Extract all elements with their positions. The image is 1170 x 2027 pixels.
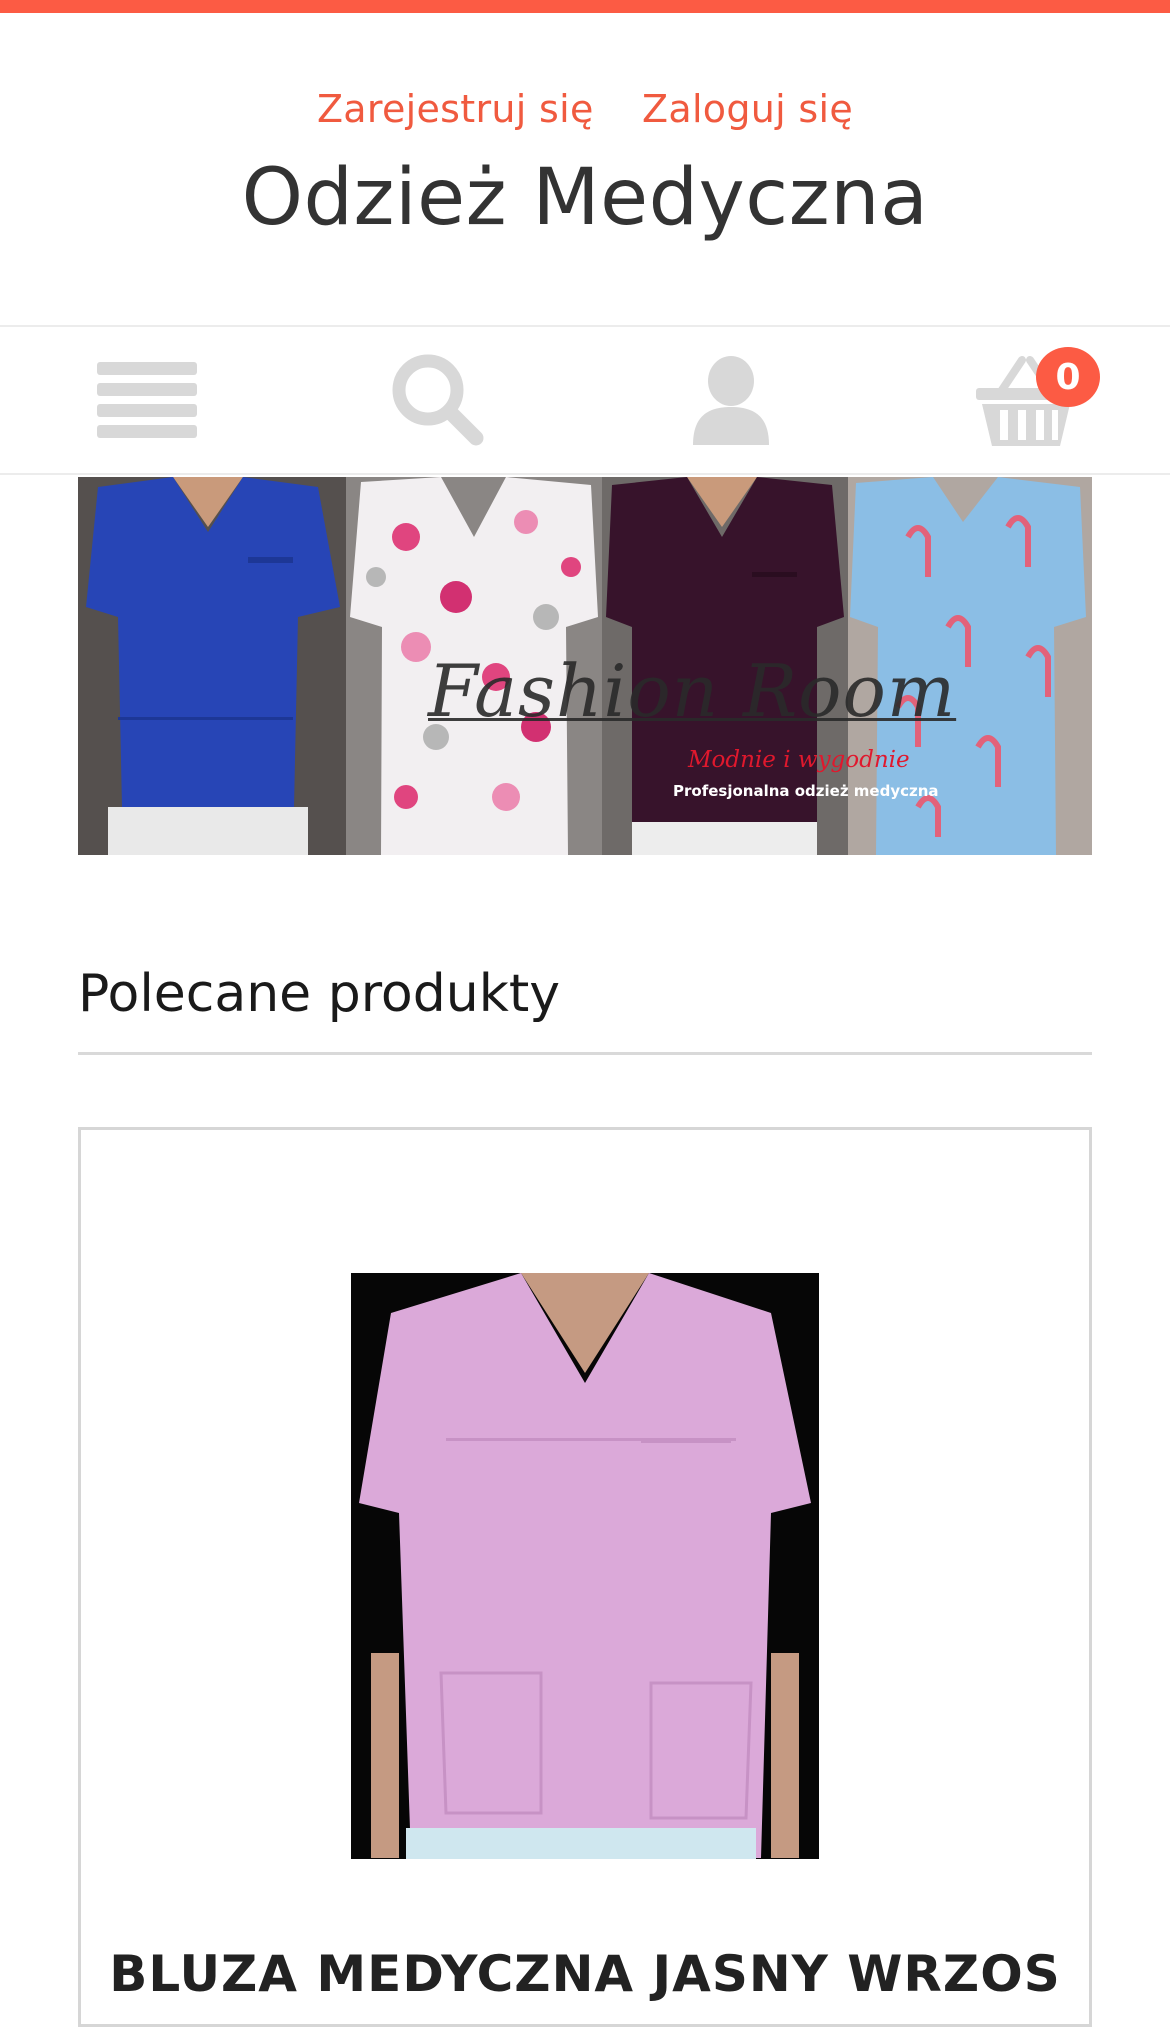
register-link[interactable]: Zarejestruj się <box>317 87 594 131</box>
cart-button[interactable]: 0 <box>946 345 1106 455</box>
product-card[interactable]: BLUZA MEDYCZNA JASNY WRZOS <box>78 1127 1092 2027</box>
product-name[interactable]: BLUZA MEDYCZNA JASNY WRZOS <box>81 1945 1089 2003</box>
cart-count-badge: 0 <box>1036 347 1100 407</box>
user-icon <box>693 356 769 445</box>
banner-brand-logo: Fashion Room <box>428 649 957 733</box>
login-link[interactable]: Zaloguj się <box>642 87 853 131</box>
banner-panel-blue <box>78 477 346 855</box>
menu-icon <box>97 362 197 438</box>
banner-tagline: Profesjonalna odzież medyczna <box>673 782 939 800</box>
search-icon <box>392 354 484 446</box>
auth-links: Zarejestruj się Zaloguj się <box>0 87 1170 131</box>
pink-scrub-image <box>351 1273 819 1859</box>
product-image[interactable] <box>351 1273 819 1859</box>
featured-section-title: Polecane produkty <box>78 964 560 1024</box>
search-button[interactable] <box>363 345 513 455</box>
menu-button[interactable] <box>72 345 222 455</box>
promo-banner[interactable]: Fashion Room Modnie i wygodnie Profesjon… <box>78 477 1092 855</box>
site-header: Zarejestruj się Zaloguj się Odzież Medyc… <box>0 13 1170 325</box>
nav-bar: 0 <box>0 325 1170 475</box>
banner-slogan: Modnie i wygodnie <box>688 747 910 773</box>
section-divider <box>78 1052 1092 1055</box>
blue-scrub-image <box>78 477 346 855</box>
account-button[interactable] <box>656 345 806 455</box>
top-accent-bar <box>0 0 1170 13</box>
site-title[interactable]: Odzież Medyczna <box>0 153 1170 243</box>
